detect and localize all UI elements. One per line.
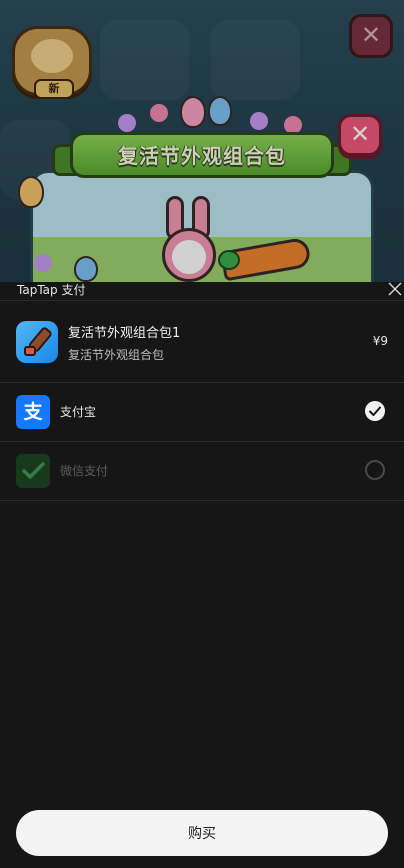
payment-sheet: TapTap 支付 复活节外观组合包1 复活节外观组合包 ¥9 支 支付宝 微信…	[0, 282, 404, 868]
selected-radio[interactable]	[365, 401, 385, 421]
sheet-title: TapTap 支付	[17, 283, 86, 297]
buy-button[interactable]: 购买	[16, 810, 388, 856]
unselected-radio[interactable]	[365, 460, 385, 480]
sheet-header: TapTap 支付	[0, 282, 404, 301]
modal-overlay	[0, 0, 404, 282]
product-price: ¥9	[372, 334, 388, 348]
product-name: 复活节外观组合包1	[68, 326, 181, 341]
wechat-pay-icon	[16, 454, 50, 488]
product-row: 复活节外观组合包1 复活节外观组合包 ¥9	[0, 302, 404, 383]
wechat-check-icon	[22, 462, 45, 479]
check-icon	[369, 406, 381, 416]
chainsaw-icon	[24, 327, 52, 356]
alipay-icon: 支	[16, 395, 50, 429]
payment-option-label: 微信支付	[60, 464, 109, 478]
payment-option-wechat[interactable]: 微信支付	[0, 442, 404, 501]
game-background: 新 ✕ 复活节外观组合包 ✕	[0, 0, 404, 282]
payment-option-label: 支付宝	[60, 405, 97, 419]
payment-option-alipay[interactable]: 支 支付宝	[0, 383, 404, 442]
close-icon[interactable]	[386, 280, 404, 298]
product-subtitle: 复活节外观组合包	[68, 348, 165, 362]
app-icon	[16, 321, 58, 363]
